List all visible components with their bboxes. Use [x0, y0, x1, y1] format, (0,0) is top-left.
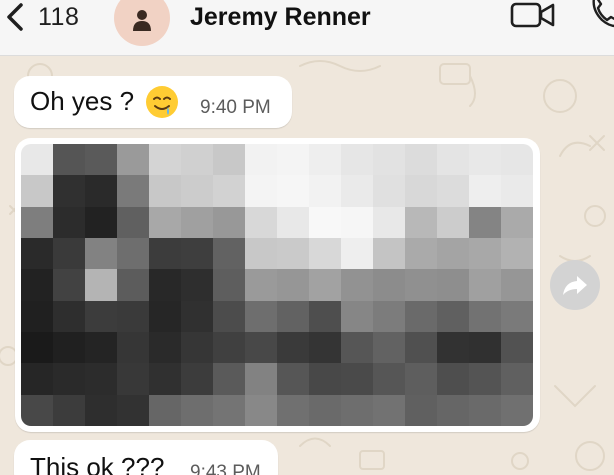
message-bubble[interactable]: Oh yes ? 9:40 PM — [14, 76, 292, 128]
forward-arrow-icon — [563, 276, 587, 295]
unread-count: 118 — [38, 2, 80, 31]
forward-button[interactable] — [550, 260, 600, 310]
chat-header: 118 Jeremy Renner — [0, 0, 614, 56]
message-time: 9:43 PM — [190, 462, 261, 475]
drooling-face-emoji — [146, 86, 178, 118]
person-icon — [133, 10, 151, 31]
contact-name[interactable]: Jeremy Renner — [190, 3, 371, 32]
video-call-icon[interactable] — [510, 0, 556, 32]
pixelated-photo[interactable] — [21, 144, 533, 426]
message-text: Oh yes ? — [30, 86, 135, 116]
back-button[interactable]: 118 — [6, 0, 79, 34]
avatar[interactable] — [114, 0, 170, 46]
back-chevron-icon — [7, 3, 23, 31]
phone-call-icon[interactable] — [590, 0, 614, 30]
image-message-bubble[interactable] — [15, 138, 540, 432]
message-text: This ok ??? — [30, 452, 165, 475]
message-bubble[interactable]: This ok ??? 9:43 PM — [14, 440, 278, 475]
message-time: 9:40 PM — [200, 97, 271, 118]
